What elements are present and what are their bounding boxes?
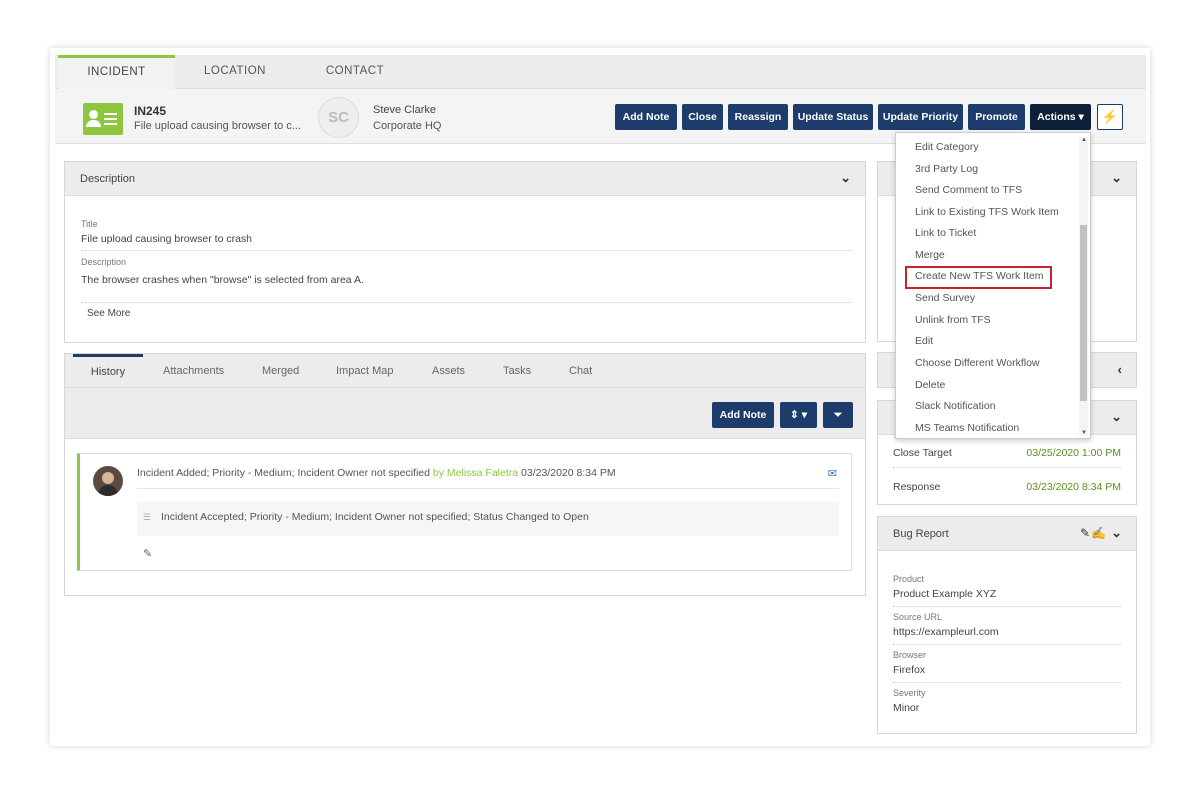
title-value: File upload causing browser to crash	[81, 233, 253, 245]
edit-box-icon[interactable]: ✍	[1091, 526, 1106, 540]
menu-item-unlink-tfs[interactable]: Unlink from TFS	[915, 314, 991, 326]
tab-tasks[interactable]: Tasks	[503, 354, 531, 388]
history-entry: Incident Added; Priority - Medium; Incid…	[77, 453, 852, 571]
top-tabs: INCIDENT LOCATION CONTACT	[55, 55, 1146, 89]
tab-attachments[interactable]: Attachments	[163, 354, 224, 388]
description-label: Description	[81, 257, 127, 267]
description-header: Description	[80, 173, 136, 185]
tab-assets[interactable]: Assets	[432, 354, 465, 388]
scroll-thumb[interactable]	[1080, 225, 1087, 401]
browser-value: Firefox	[893, 664, 926, 676]
menu-item-edit[interactable]: Edit	[915, 335, 933, 347]
pencil-icon[interactable]: ✎	[1080, 526, 1090, 540]
menu-item-merge[interactable]: Merge	[915, 249, 945, 261]
description-panel: Description ⌄ Title File upload causing …	[64, 161, 866, 343]
history-toolbar: Add Note ⇕ ▾ ⏷	[65, 388, 865, 439]
close-target-label: Close Target	[893, 447, 952, 459]
product-label: Product	[893, 574, 925, 584]
chevron-down-icon[interactable]: ⌄	[1111, 409, 1122, 425]
response-label: Response	[893, 481, 941, 493]
contact-location: Corporate HQ	[373, 120, 442, 132]
history-sub-entry: ☰ Incident Accepted; Priority - Medium; …	[137, 502, 839, 536]
tab-contact[interactable]: CONTACT	[300, 55, 410, 89]
menu-item-link-existing-tfs[interactable]: Link to Existing TFS Work Item	[915, 206, 1059, 218]
scroll-down-icon[interactable]: ▼	[1081, 430, 1087, 436]
add-note-button[interactable]: Add Note	[615, 104, 677, 130]
title-label: Title	[81, 219, 98, 229]
history-panel: History Attachments Merged Impact Map As…	[64, 353, 866, 596]
chevron-left-icon[interactable]: ‹	[1118, 362, 1122, 377]
dropdown-scrollbar[interactable]: ▲ ▼	[1079, 137, 1088, 436]
reassign-button[interactable]: Reassign	[728, 104, 788, 130]
menu-item-3rd-party-log[interactable]: 3rd Party Log	[915, 163, 978, 175]
history-timestamp: 03/23/2020 8:34 PM	[521, 467, 616, 479]
source-url-value[interactable]: https://exampleurl.com	[893, 626, 999, 638]
bug-report-header: Bug Report	[893, 528, 949, 540]
scroll-up-icon[interactable]: ▲	[1081, 137, 1087, 143]
update-status-button[interactable]: Update Status	[793, 104, 873, 130]
update-priority-button[interactable]: Update Priority	[878, 104, 963, 130]
menu-item-edit-category[interactable]: Edit Category	[915, 141, 979, 153]
description-value: The browser crashes when "browse" is sel…	[81, 274, 364, 286]
see-more-link[interactable]: See More	[87, 308, 130, 319]
tab-incident[interactable]: INCIDENT	[58, 55, 175, 89]
list-icon: ☰	[143, 512, 152, 522]
chevron-down-icon[interactable]: ⌄	[1111, 170, 1122, 186]
close-target-value: 03/25/2020 1:00 PM	[1026, 447, 1121, 459]
chevron-down-icon[interactable]: ⌄	[840, 170, 851, 186]
contact-card-icon	[83, 103, 123, 135]
tab-history[interactable]: History	[73, 354, 143, 388]
tab-location[interactable]: LOCATION	[180, 55, 290, 89]
product-value: Product Example XYZ	[893, 588, 997, 600]
tab-merged[interactable]: Merged	[262, 354, 299, 388]
sort-button[interactable]: ⇕ ▾	[780, 402, 817, 428]
lightning-icon[interactable]: ⚡	[1097, 104, 1123, 130]
tab-impact-map[interactable]: Impact Map	[336, 354, 393, 388]
bug-report-panel: Bug Report ✎ ✍ ⌄ Product Product Example…	[877, 516, 1137, 734]
actions-button[interactable]: Actions ▾	[1030, 104, 1091, 130]
history-author[interactable]: by Melissa Faletra	[433, 467, 518, 479]
email-icon[interactable]: ✉	[828, 467, 837, 480]
filter-icon[interactable]: ⏷	[823, 402, 853, 428]
actions-dropdown-menu: Edit Category 3rd Party Log Send Comment…	[895, 132, 1091, 439]
history-entry-summary: Incident Added; Priority - Medium; Incid…	[137, 467, 430, 479]
severity-label: Severity	[893, 688, 926, 698]
tab-chat[interactable]: Chat	[569, 354, 592, 388]
menu-item-send-comment-tfs[interactable]: Send Comment to TFS	[915, 184, 1022, 196]
menu-item-delete[interactable]: Delete	[915, 379, 945, 391]
incident-id: IN245	[134, 104, 167, 118]
severity-value: Minor	[893, 702, 920, 714]
history-sub-entry-text: Incident Accepted; Priority - Medium; In…	[161, 511, 589, 523]
browser-label: Browser	[893, 650, 927, 660]
history-add-note-button[interactable]: Add Note	[712, 402, 774, 428]
avatar[interactable]: SC	[318, 97, 359, 138]
menu-item-ms-teams-notification[interactable]: MS Teams Notification	[915, 422, 1019, 434]
contact-name[interactable]: Steve Clarke	[373, 104, 436, 116]
history-entry-text: Incident Added; Priority - Medium; Incid…	[137, 467, 616, 479]
menu-item-send-survey[interactable]: Send Survey	[915, 292, 975, 304]
incident-title: File upload causing browser to c...	[134, 120, 301, 132]
menu-item-choose-workflow[interactable]: Choose Different Workflow	[915, 357, 1040, 369]
avatar	[93, 466, 123, 496]
source-url-label: Source URL	[893, 612, 943, 622]
highlight-box	[905, 266, 1052, 289]
promote-button[interactable]: Promote	[968, 104, 1025, 130]
edit-icon[interactable]: ✎	[143, 547, 152, 560]
menu-item-slack-notification[interactable]: Slack Notification	[915, 400, 996, 412]
response-value: 03/23/2020 8:34 PM	[1026, 481, 1121, 493]
close-button[interactable]: Close	[682, 104, 723, 130]
menu-item-link-to-ticket[interactable]: Link to Ticket	[915, 227, 976, 239]
sub-tabs: History Attachments Merged Impact Map As…	[65, 354, 865, 388]
chevron-down-icon[interactable]: ⌄	[1111, 525, 1122, 541]
